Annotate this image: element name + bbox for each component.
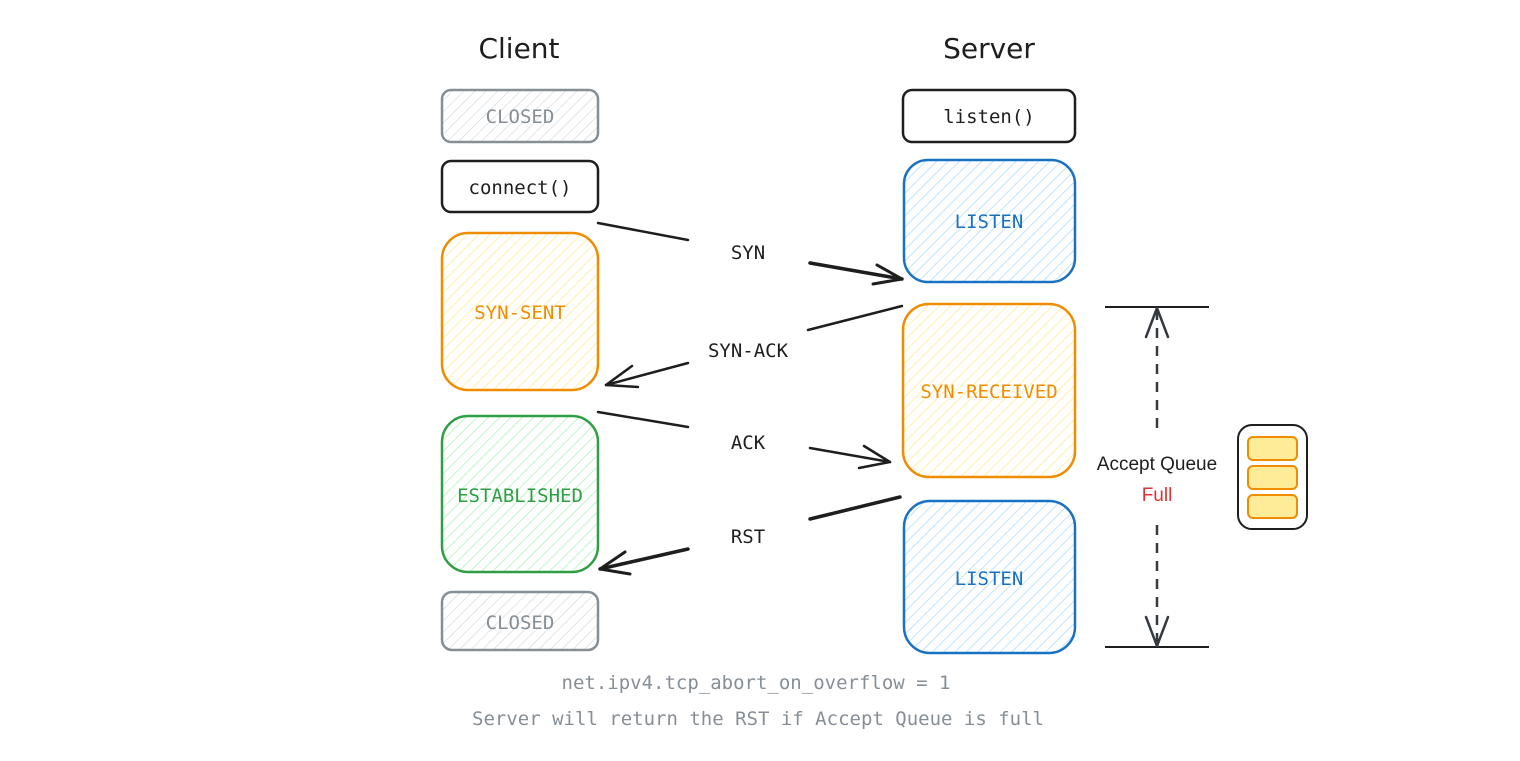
message-syn: SYN	[596, 221, 904, 286]
server-column-title: Server	[943, 32, 1035, 65]
server-state-listen-final: LISTEN	[902, 499, 1077, 655]
call-label: connect()	[469, 177, 572, 199]
state-label: LISTEN	[955, 568, 1024, 590]
call-label: listen()	[943, 106, 1035, 128]
arrow-line	[604, 361, 690, 387]
state-label: ESTABLISHED	[457, 485, 583, 507]
arrow-line	[596, 410, 690, 429]
client-column-title: Client	[478, 32, 559, 65]
server-listen-call: listen()	[901, 88, 1077, 144]
state-label: SYN-RECEIVED	[920, 381, 1057, 403]
message-label: ACK	[731, 432, 766, 454]
message-syn-ack: SYN-ACK	[604, 304, 904, 389]
arrow-line	[596, 221, 690, 242]
message-rst: RST	[598, 495, 902, 576]
message-label: SYN	[731, 242, 765, 264]
accept-queue-span: Accept Queue Full	[1097, 306, 1217, 648]
queue-slot	[1247, 465, 1298, 490]
arrow-line	[808, 495, 902, 521]
state-label: SYN-SENT	[474, 302, 566, 324]
sysctl-note: net.ipv4.tcp_abort_on_overflow = 1	[562, 672, 951, 694]
client-state-established: ESTABLISHED	[440, 414, 600, 574]
client-state-syn-sent: SYN-SENT	[440, 231, 600, 392]
state-label: LISTEN	[955, 211, 1024, 233]
state-label: CLOSED	[486, 612, 555, 634]
server-state-syn-received: SYN-RECEIVED	[901, 302, 1077, 479]
client-connect-call: connect()	[440, 159, 600, 214]
arrow-line	[806, 304, 904, 332]
message-label: SYN-ACK	[708, 340, 789, 362]
queue-slot	[1247, 436, 1298, 461]
accept-queue-status: Full	[1142, 485, 1173, 506]
tcp-handshake-diagram: Client Server CLOSED connect() SYN-SENT …	[440, 32, 1308, 730]
rst-explanation-note: Server will return the RST if Accept Que…	[472, 708, 1044, 730]
queue-slot	[1247, 494, 1298, 519]
queue-icon	[1237, 424, 1308, 530]
accept-queue-label: Accept Queue	[1097, 454, 1217, 475]
client-state-closed-initial: CLOSED	[440, 88, 600, 144]
message-label: RST	[731, 526, 765, 548]
server-state-listen-initial: LISTEN	[902, 158, 1077, 284]
state-label: CLOSED	[486, 106, 555, 128]
message-ack: ACK	[596, 410, 892, 470]
client-state-closed-final: CLOSED	[440, 590, 600, 652]
